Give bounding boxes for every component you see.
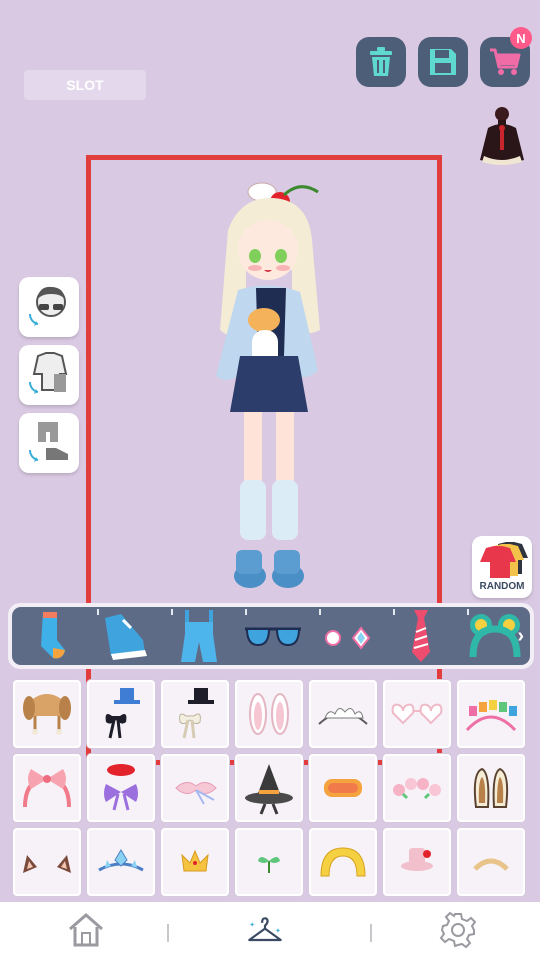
item-cell[interactable] <box>13 680 81 748</box>
sprout-icon <box>258 857 280 873</box>
banana-hood-icon <box>320 847 366 877</box>
category-overalls[interactable] <box>166 607 232 665</box>
nav-divider <box>370 924 372 942</box>
item-cell[interactable] <box>457 680 525 748</box>
outfit-preview-thumbnail[interactable] <box>474 104 530 168</box>
category-shoes[interactable] <box>92 607 158 665</box>
puppy-ears-hood-icon <box>23 694 71 735</box>
category-tie[interactable] <box>388 607 454 665</box>
shirt-stack-icon <box>480 542 528 578</box>
party-headband-icon <box>465 700 517 732</box>
item-cell[interactable] <box>383 828 451 896</box>
bottom-swap-button[interactable] <box>19 413 79 473</box>
witch-hat-icon <box>245 764 293 815</box>
shoes-icon <box>28 422 68 462</box>
item-cell[interactable] <box>309 754 377 822</box>
sock-icon <box>41 612 65 659</box>
ribbon-accessory-icon <box>175 782 217 805</box>
random-label: RANDOM <box>479 581 525 592</box>
category-earrings[interactable] <box>314 607 380 665</box>
slot-button[interactable]: SLOT <box>24 70 146 100</box>
item-cell[interactable] <box>457 828 525 896</box>
top-hat-bow-icon <box>105 688 140 739</box>
category-bar[interactable]: › <box>8 603 534 669</box>
tiara-icon <box>98 849 144 872</box>
closet-button[interactable]: ✦ ✦ <box>245 910 285 950</box>
shirt-icon <box>28 352 68 394</box>
divider <box>97 609 99 615</box>
shopping-cart-icon <box>490 48 521 75</box>
item-cell[interactable] <box>309 680 377 748</box>
shop-button[interactable]: N <box>480 27 532 87</box>
overalls-icon <box>181 610 217 662</box>
earrings-icon <box>325 626 371 650</box>
settings-button[interactable] <box>438 910 478 950</box>
category-socks[interactable] <box>18 607 84 665</box>
hanger-icon: ✦ ✦ <box>248 917 282 942</box>
sunglasses-icon <box>245 627 301 647</box>
divider <box>319 609 321 615</box>
item-cell[interactable] <box>161 680 229 748</box>
fox-ears-icon <box>473 767 509 808</box>
delete-button[interactable] <box>356 37 406 87</box>
item-cell[interactable] <box>87 754 155 822</box>
flower-crown-icon <box>393 778 441 800</box>
save-button[interactable] <box>418 37 468 87</box>
item-cell[interactable] <box>383 680 451 748</box>
bunny-ears-icon <box>249 693 289 735</box>
gear-icon <box>439 911 477 949</box>
goggles-icon <box>324 779 362 797</box>
divider <box>245 609 247 615</box>
character-avatar[interactable] <box>200 180 360 600</box>
black-top-hat-icon <box>179 688 214 739</box>
pink-bow-headband-icon <box>23 769 71 808</box>
item-cell[interactable] <box>235 828 303 896</box>
sneaker-icon <box>105 614 147 660</box>
home-icon <box>69 913 103 947</box>
svg-text:✦: ✦ <box>275 927 281 935</box>
home-button[interactable] <box>66 910 106 950</box>
floppy-disk-icon <box>430 49 456 75</box>
item-cell[interactable] <box>309 828 377 896</box>
necktie-icon <box>412 610 430 662</box>
new-badge: N <box>510 27 532 49</box>
items-grid <box>10 678 530 900</box>
purple-bow-icon <box>104 764 138 811</box>
item-cell[interactable] <box>235 754 303 822</box>
trash-icon <box>370 47 392 76</box>
divider <box>393 609 395 615</box>
crown-icon <box>181 849 209 872</box>
divider <box>467 609 469 615</box>
item-cell[interactable] <box>13 828 81 896</box>
category-glasses[interactable] <box>240 607 306 665</box>
chevron-right-icon[interactable]: › <box>517 625 524 648</box>
item-cell[interactable] <box>161 754 229 822</box>
face-swap-button[interactable] <box>19 277 79 337</box>
item-cell[interactable] <box>13 754 81 822</box>
item-cell[interactable] <box>457 754 525 822</box>
item-cell[interactable] <box>161 828 229 896</box>
random-button[interactable]: RANDOM <box>472 536 532 598</box>
heart-glasses-icon <box>391 703 443 725</box>
face-accessory-icon <box>28 286 66 326</box>
bottom-nav: ✦ ✦ <box>0 902 540 960</box>
thin-headband-icon <box>473 858 509 871</box>
divider <box>171 609 173 615</box>
top-swap-button[interactable] <box>19 345 79 405</box>
svg-text:✦: ✦ <box>249 921 255 929</box>
item-cell[interactable] <box>87 828 155 896</box>
item-cell[interactable] <box>87 680 155 748</box>
maid-headband-icon <box>318 708 368 725</box>
cat-ears-icon <box>23 855 71 873</box>
item-cell[interactable] <box>235 680 303 748</box>
mini-hat-icon <box>401 848 433 871</box>
headband-icon <box>469 614 521 658</box>
item-cell[interactable] <box>383 754 451 822</box>
nav-divider <box>167 924 169 942</box>
